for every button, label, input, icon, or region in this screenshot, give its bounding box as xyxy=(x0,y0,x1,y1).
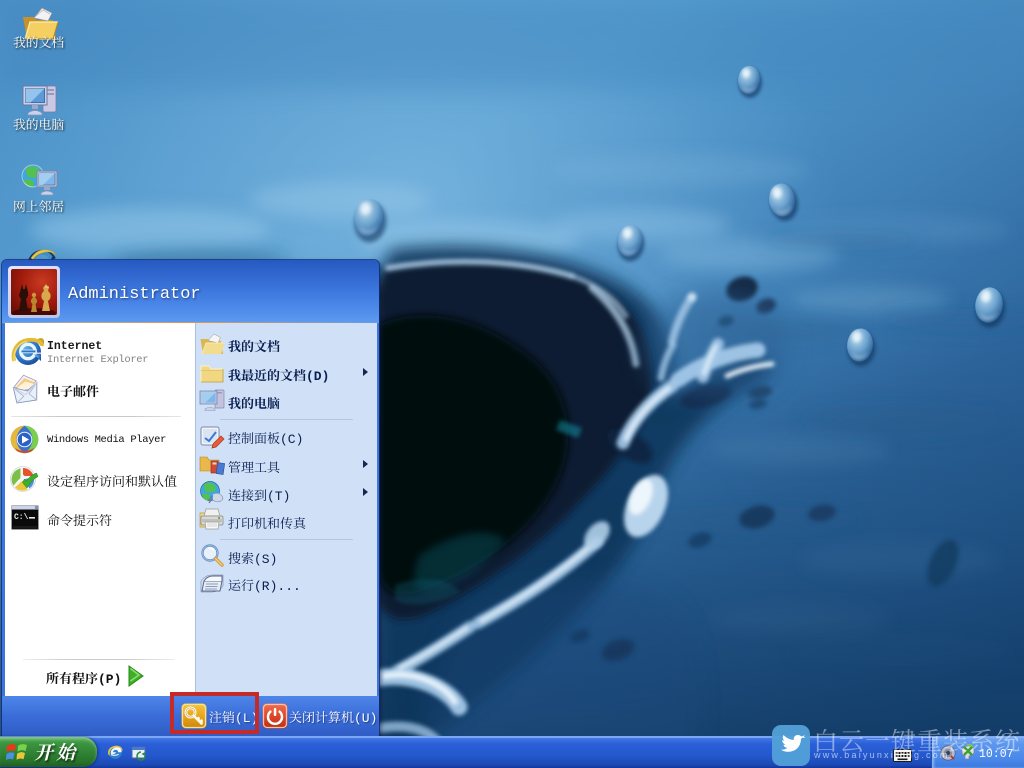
svg-text:C:\: C:\ xyxy=(14,513,29,522)
